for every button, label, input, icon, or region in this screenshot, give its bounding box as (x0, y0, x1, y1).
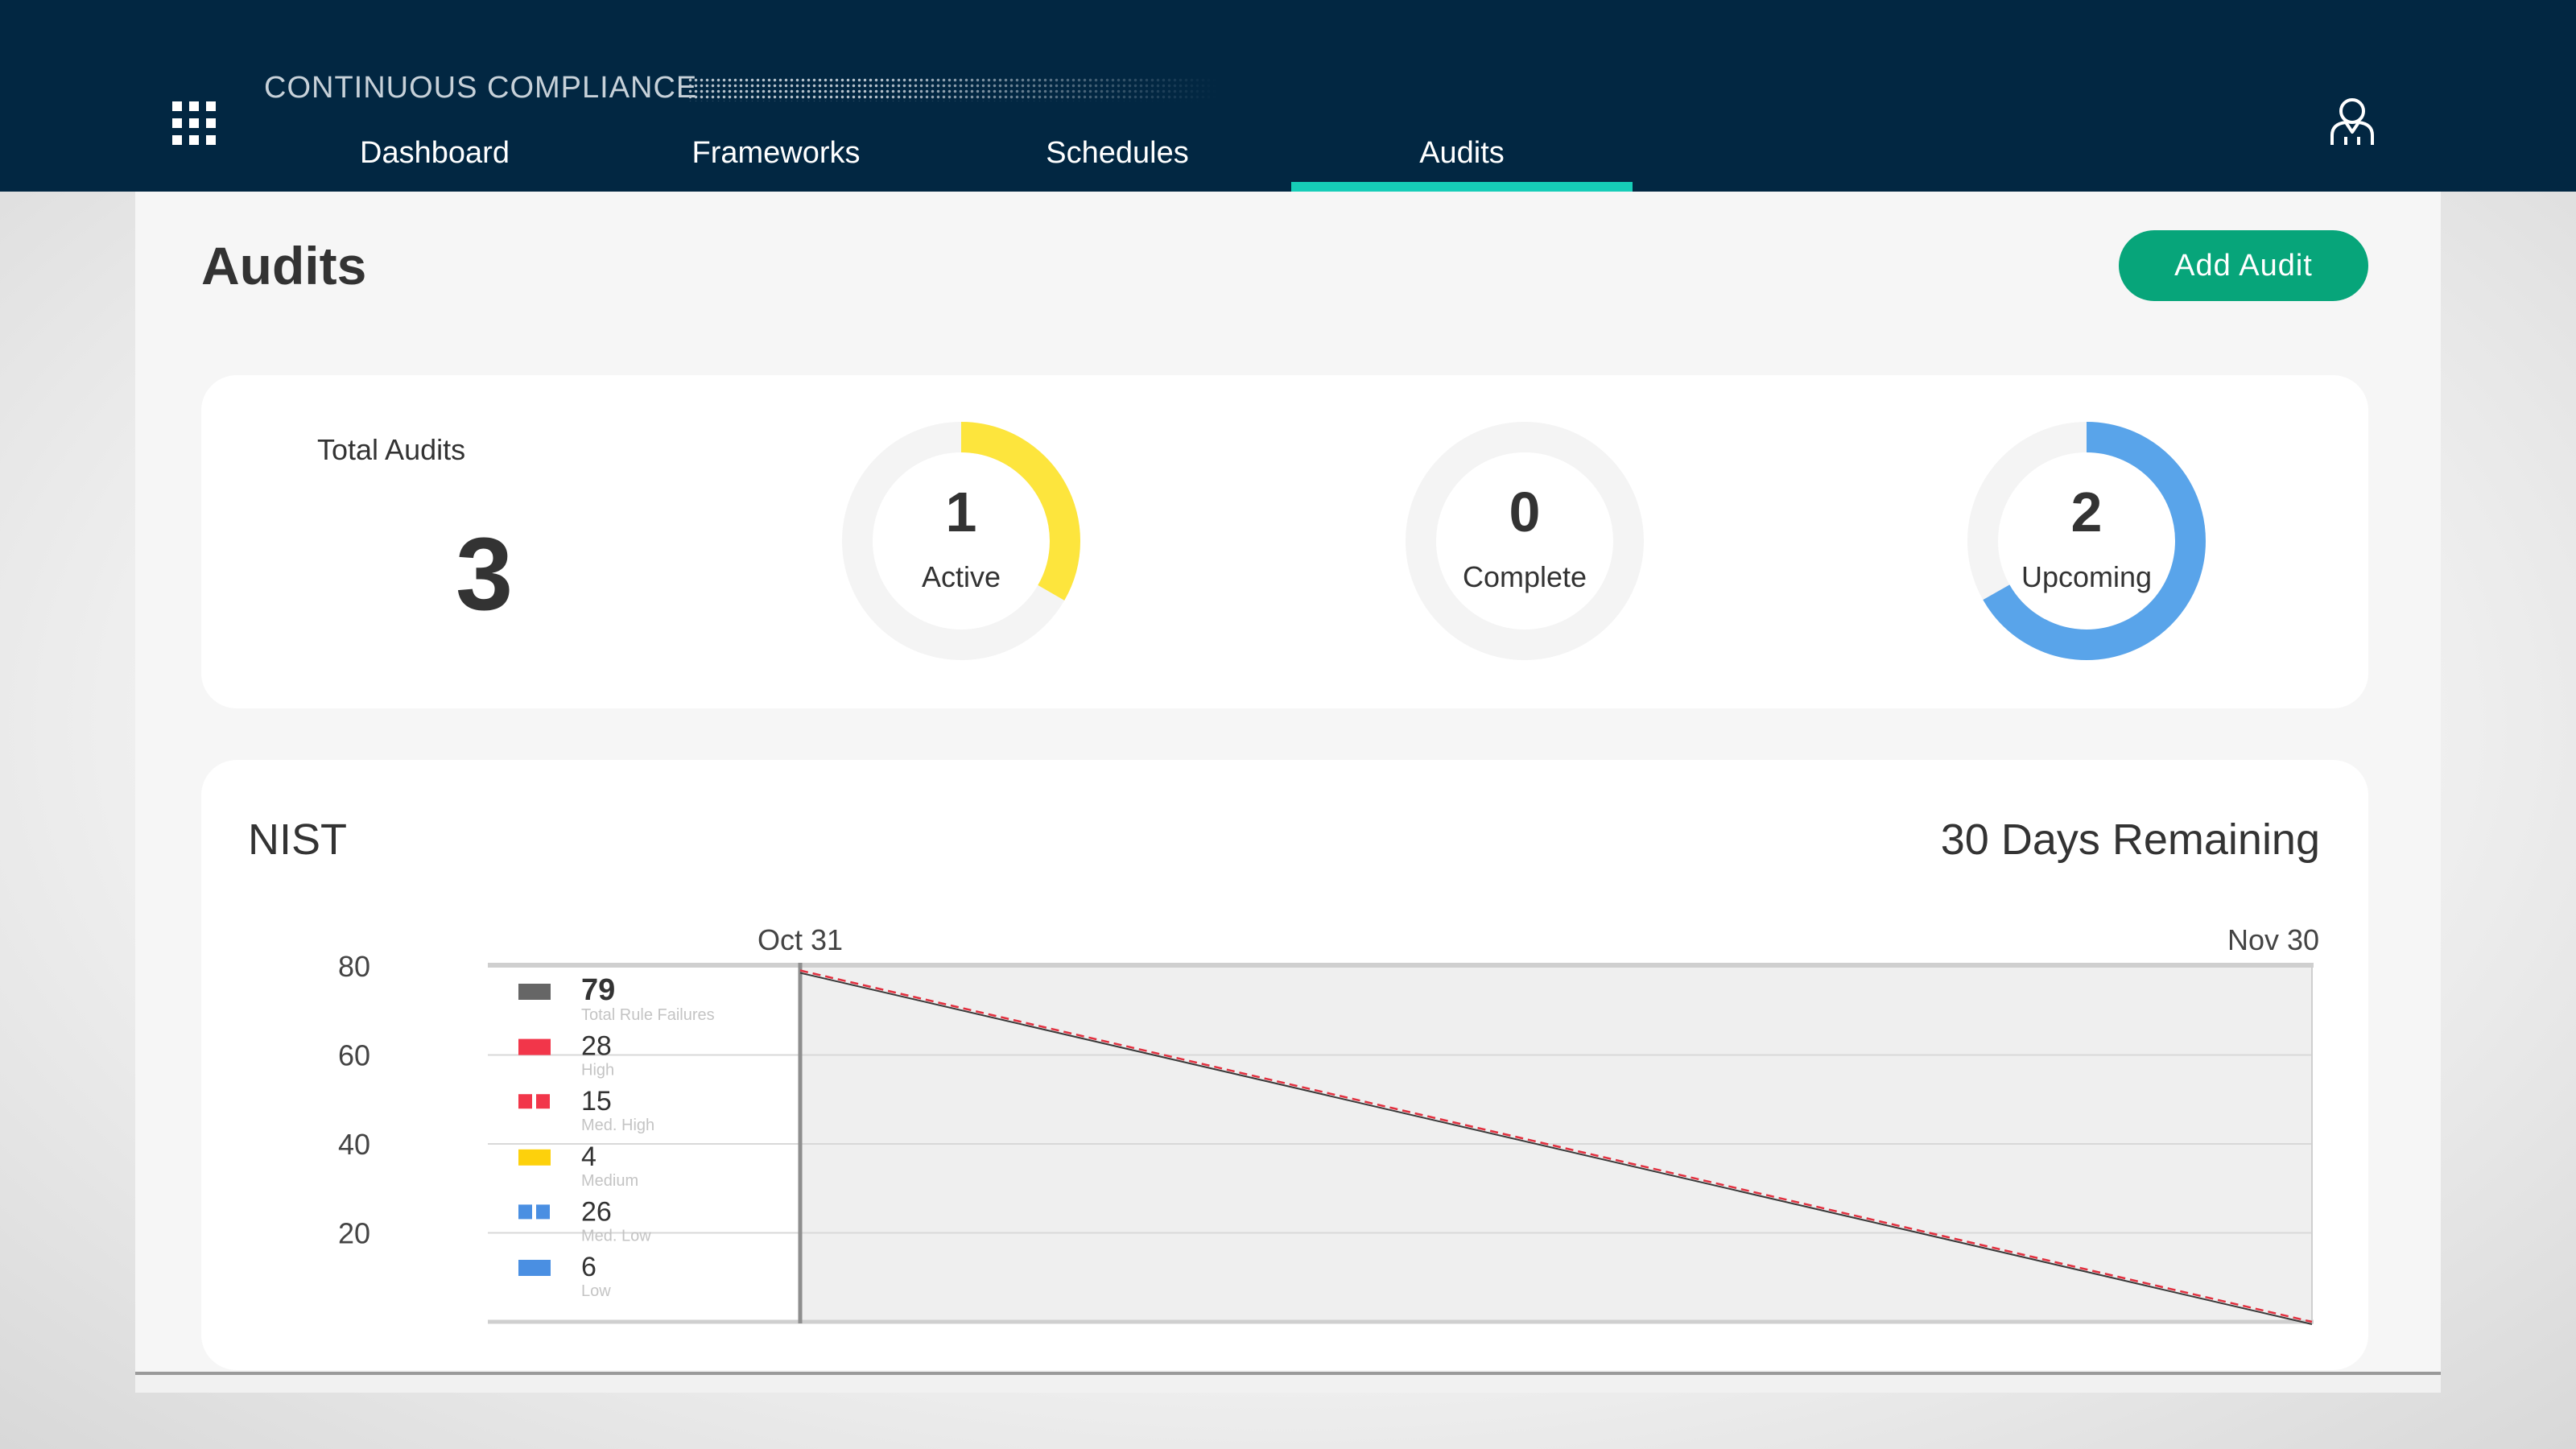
y-tick-label: 20 (338, 1217, 370, 1250)
legend-value: 6 (581, 1252, 597, 1282)
legend-swatch (536, 1204, 550, 1220)
nist-burndown-chart: 80 60 40 20 Oct 31 Nov 30 79Total Rule Fail… (338, 923, 2319, 1325)
legend-swatch (518, 1038, 551, 1055)
legend-swatch (518, 1094, 532, 1109)
legend-value: 28 (581, 1031, 612, 1062)
legend-swatch (518, 984, 551, 1000)
legend-label: Total Rule Failures (581, 1006, 715, 1024)
legend-value: 4 (581, 1141, 597, 1172)
legend-value: 26 (581, 1196, 612, 1227)
legend-swatch (518, 1149, 551, 1166)
legend-label: Medium (581, 1172, 638, 1190)
legend-label: High (581, 1062, 614, 1080)
y-tick-label: 60 (338, 1039, 370, 1072)
y-tick-label: 40 (338, 1128, 370, 1161)
legend-label: Med. High (581, 1117, 654, 1134)
y-tick-label: 80 (338, 950, 370, 983)
x-label-end: Nov 30 (2227, 923, 2319, 956)
legend-swatch (536, 1094, 550, 1109)
x-label-start: Oct 31 (758, 923, 843, 956)
legend-label: Med. Low (581, 1227, 651, 1245)
legend-value: 15 (581, 1086, 612, 1117)
footer-strip (135, 1375, 2441, 1393)
legend-swatch (518, 1204, 532, 1220)
legend-swatch (518, 1260, 551, 1276)
legend-value: 79 (581, 973, 615, 1007)
legend-label: Low (581, 1282, 611, 1300)
